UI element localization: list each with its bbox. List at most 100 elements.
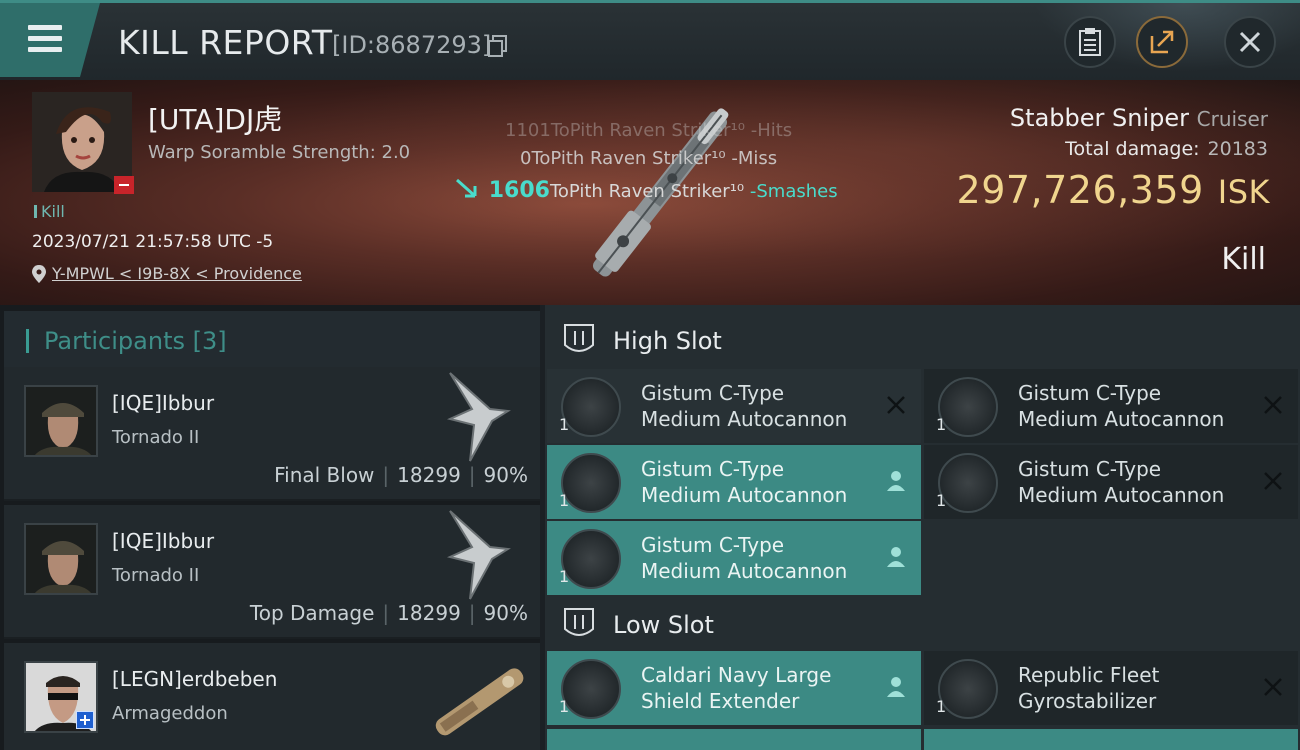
clipboard-icon: [1079, 28, 1101, 56]
module-name-line2: Medium Autocannon: [1018, 407, 1225, 431]
module-quantity: 1: [559, 415, 570, 434]
pilot-icon: [887, 471, 905, 491]
total-damage: Total damage: 20183: [1065, 138, 1268, 160]
combat-log-text: ToPith Raven Striker¹⁰ -Miss: [531, 148, 778, 169]
isk-unit: ISK: [1217, 173, 1270, 211]
combat-log-damage: 1101: [505, 120, 551, 141]
module-item[interactable]: 1 Gistum C-Type Medium Autocannon: [547, 521, 921, 595]
module-name: Gistum C-Type: [641, 457, 785, 481]
stats-separator: |: [468, 463, 476, 487]
participant-row[interactable]: [IQE]Ibbur Tornado II Final Blow | 18299 | 9…: [4, 367, 540, 501]
kill-tag: Kill: [34, 202, 65, 221]
participants-count: [3]: [192, 327, 227, 355]
close-button[interactable]: [1224, 16, 1276, 68]
module-name: Gistum C-Type: [1018, 381, 1162, 405]
shield-extender-icon: [561, 659, 621, 719]
gyrostabilizer-icon: [938, 659, 998, 719]
combat-log-text: ToPith Raven Striker¹⁰: [549, 181, 745, 202]
module-item[interactable]: 1 Gistum C-Type Medium Autocannon: [924, 445, 1298, 519]
ship-class: Cruiser: [1196, 107, 1268, 131]
share-icon: [1150, 30, 1174, 54]
participant-stats: Final Blow | 18299 | 90%: [274, 463, 528, 487]
module-item[interactable]: 1 Gistum C-Type Medium Autocannon: [547, 369, 921, 443]
participant-ship: Armageddon: [112, 703, 228, 724]
participant-percent: 90%: [483, 463, 528, 487]
module-quantity: 1: [559, 697, 570, 716]
module-name: Gistum C-Type: [641, 533, 785, 557]
participant-avatar[interactable]: [24, 385, 98, 457]
victim-name[interactable]: [UTA]DJ虎: [148, 98, 282, 138]
copy-icon[interactable]: [488, 35, 508, 57]
friendly-standing-badge: [76, 711, 94, 729]
participant-row[interactable]: [IQE]Ibbur Tornado II Top Damage | 18299 | 9…: [4, 505, 540, 639]
participant-name[interactable]: [IQE]Ibbur: [112, 529, 214, 553]
module-quantity: 1: [559, 567, 570, 586]
module-item[interactable]: 1 Caldari Navy Large Shield Extender: [547, 651, 921, 725]
header-accent-bar: [26, 329, 29, 353]
participant-row[interactable]: [LEGN]erdbeben Armageddon: [4, 643, 540, 750]
module-name-line2: Medium Autocannon: [1018, 483, 1225, 507]
hostile-standing-badge: [114, 176, 134, 194]
participant-ship-image: [446, 372, 511, 462]
participant-percent: 90%: [483, 601, 528, 625]
participant-ship-image: [435, 668, 524, 736]
autocannon-icon: [561, 529, 621, 589]
warp-scramble-strength: Warp Soramble Strength: 2.0: [148, 142, 411, 163]
participant-avatar[interactable]: [24, 523, 98, 595]
kill-location[interactable]: Y-MPWL < I9B-8X < Providence: [32, 264, 302, 283]
module-name-line2: Medium Autocannon: [641, 559, 848, 583]
module-quantity: 1: [936, 491, 947, 510]
kill-timestamp: 2023/07/21 21:57:58 UTC -5: [32, 232, 274, 252]
module-item-partial[interactable]: [924, 729, 1298, 750]
destroyed-icon: [1264, 396, 1282, 414]
participant-role: Top Damage: [249, 601, 375, 625]
module-item[interactable]: 1 Gistum C-Type Medium Autocannon: [924, 369, 1298, 443]
module-name-line2: Medium Autocannon: [641, 407, 848, 431]
participant-portrait-art: [26, 387, 96, 455]
combat-log-damage: 0: [520, 148, 532, 169]
module-name: Gistum C-Type: [1018, 457, 1162, 481]
combat-log-text: ToPith Raven Striker¹⁰ -Hits: [550, 120, 793, 141]
stats-separator: |: [468, 601, 476, 625]
module-item-partial[interactable]: [547, 729, 921, 750]
kill-id: [ID:8687293]: [332, 31, 492, 59]
fitting-slots-panel: High Slot 1 Gistum C-Type Medium Autocan…: [545, 305, 1300, 750]
module-item[interactable]: 1 Gistum C-Type Medium Autocannon: [547, 445, 921, 519]
location-link[interactable]: Y-MPWL < I9B-8X < Providence: [52, 264, 302, 283]
low-slot-label: Low Slot: [613, 611, 714, 639]
low-slot-icon: [564, 608, 594, 636]
autocannon-icon: [938, 453, 998, 513]
high-slot-label: High Slot: [613, 327, 722, 355]
total-damage-label: Total damage:: [1065, 138, 1200, 160]
module-quantity: 1: [936, 415, 947, 434]
participant-name[interactable]: [IQE]Ibbur: [112, 391, 214, 415]
combat-log-result: -Smashes: [749, 181, 838, 202]
low-slot-header: Low Slot: [545, 593, 1300, 655]
module-name-line2: Shield Extender: [641, 689, 800, 713]
top-bar: KILL REPORT [ID:8687293]: [0, 0, 1300, 83]
participant-name[interactable]: [LEGN]erdbeben: [112, 667, 277, 691]
total-damage-value: 20183: [1207, 138, 1268, 160]
participant-role: Final Blow: [274, 463, 375, 487]
kill-tag-label: Kill: [41, 202, 65, 221]
share-button[interactable]: [1136, 16, 1188, 68]
module-name: Caldari Navy Large: [641, 663, 832, 687]
clipboard-button[interactable]: [1064, 16, 1116, 68]
stats-separator: |: [382, 463, 390, 487]
combat-log-entry: 1606ToPith Raven Striker¹⁰ -Smashes: [455, 178, 838, 203]
module-quantity: 1: [936, 697, 947, 716]
combat-log-entry: 1101ToPith Raven Striker¹⁰ -Hits: [505, 120, 792, 141]
autocannon-icon: [561, 453, 621, 513]
isk-amount: 297,726,359: [956, 168, 1204, 212]
pilot-icon: [887, 547, 905, 567]
menu-button[interactable]: [0, 3, 100, 77]
ship-name[interactable]: Stabber Sniper: [1010, 104, 1189, 132]
close-icon: [1239, 31, 1261, 53]
module-name-line2: Medium Autocannon: [641, 483, 848, 507]
participant-portrait-art: [26, 525, 96, 593]
module-quantity: 1: [559, 491, 570, 510]
participant-ship-image: [446, 510, 511, 600]
destroyed-icon: [887, 396, 905, 414]
kill-summary-banner: [UTA]DJ虎 Warp Soramble Strength: 2.0 Kil…: [0, 80, 1300, 305]
module-item[interactable]: 1 Republic Fleet Gyrostabilizer: [924, 651, 1298, 725]
